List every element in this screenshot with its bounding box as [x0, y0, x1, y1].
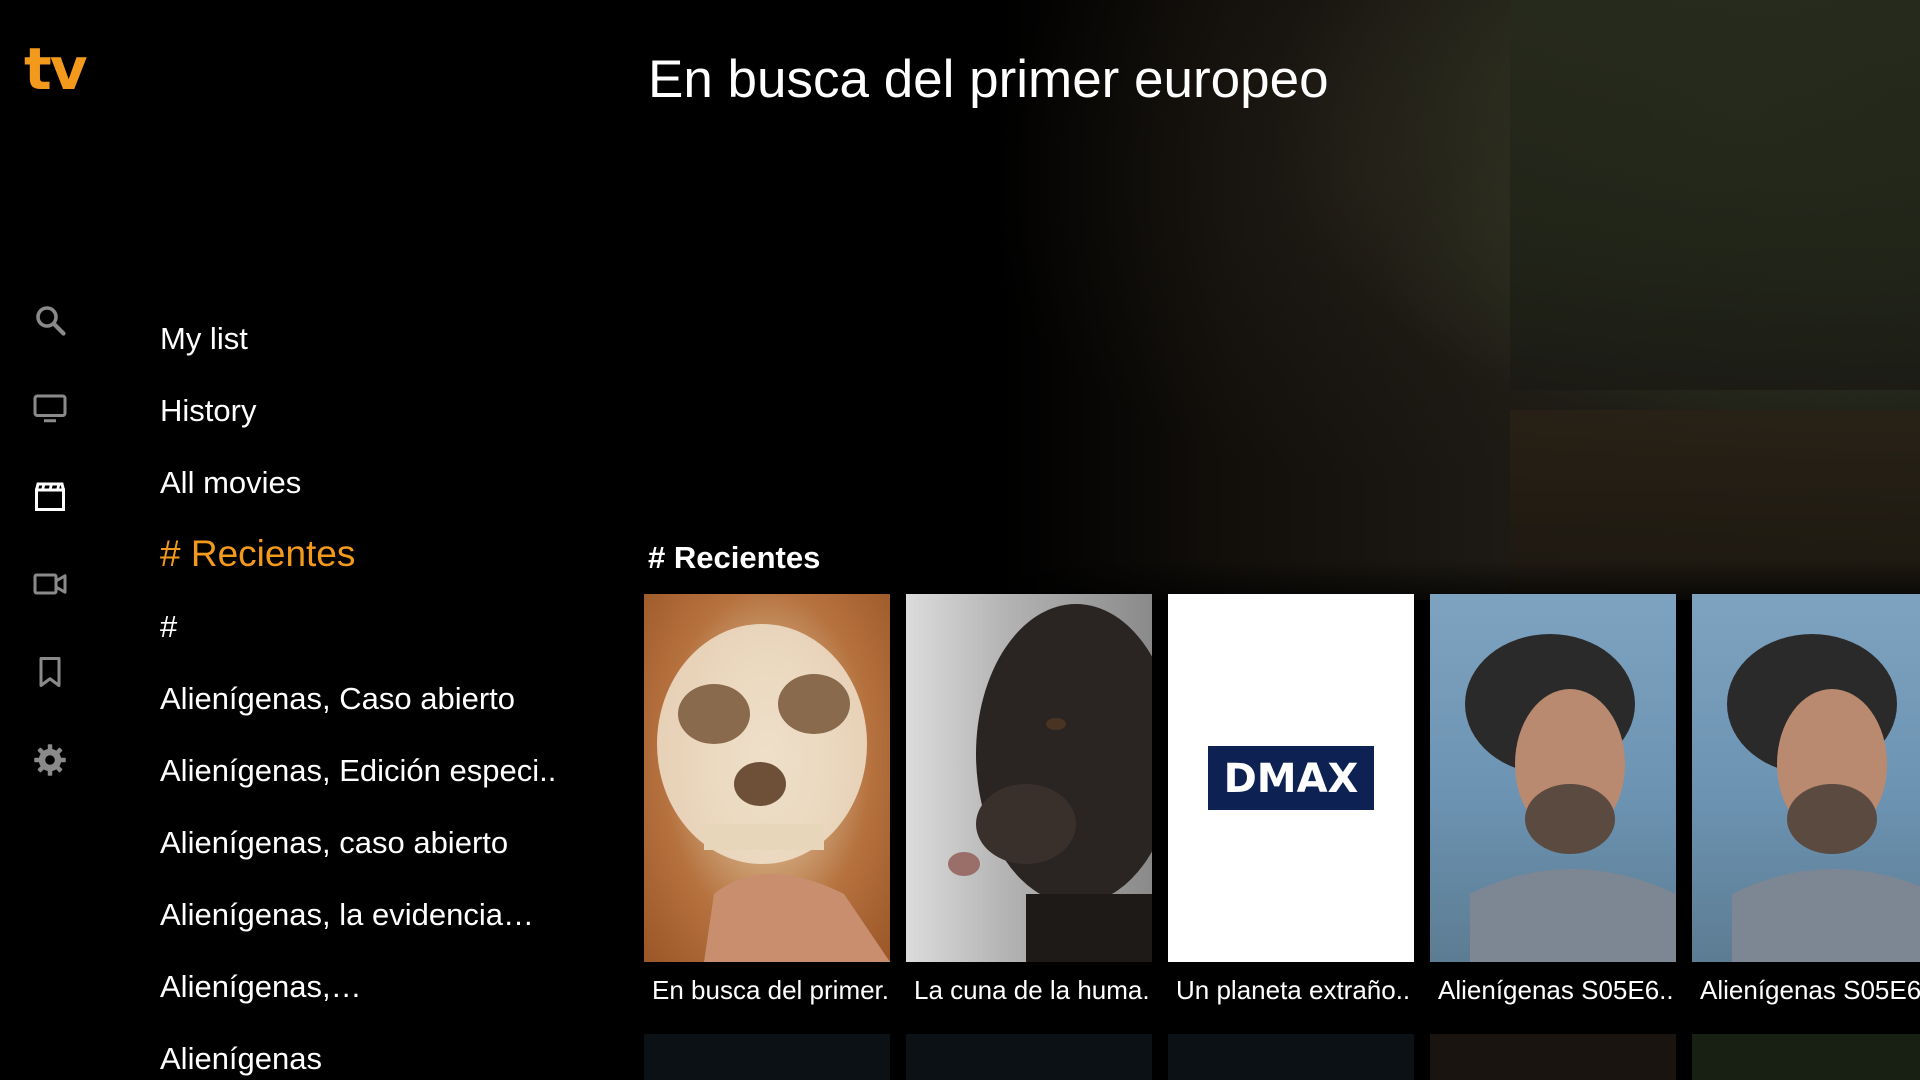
- menu-item-alienigenas-more[interactable]: Alienígenas,…: [160, 967, 362, 1007]
- app-logo: tv: [24, 35, 88, 103]
- next-row-card[interactable]: [1430, 1034, 1676, 1080]
- gear-icon[interactable]: [30, 740, 70, 780]
- bookmark-icon[interactable]: [30, 652, 70, 692]
- dmax-logo-image: DMAX: [1168, 594, 1414, 962]
- movie-card[interactable]: En busca del primer..: [644, 594, 890, 1014]
- movie-card[interactable]: Alienígenas S05E6..: [1692, 594, 1920, 1014]
- row-heading: # Recientes: [648, 540, 821, 575]
- man-portrait-image: [1692, 594, 1920, 962]
- hero-backdrop-trees: [1510, 0, 1920, 390]
- tv-icon[interactable]: [30, 388, 70, 428]
- card-caption: Un planeta extraño..: [1176, 975, 1411, 1005]
- next-row-card[interactable]: [906, 1034, 1152, 1080]
- menu-item-history[interactable]: History: [160, 391, 256, 431]
- menu-item-alienigenas-edicion-especial[interactable]: Alienígenas, Edición especi..: [160, 751, 556, 791]
- menu-item-alienigenas-la-evidencia[interactable]: Alienígenas, la evidencia…: [160, 895, 534, 935]
- menu-item-alienigenas[interactable]: Alienígenas: [160, 1039, 322, 1079]
- card-caption: En busca del primer..: [652, 975, 890, 1005]
- next-row-card[interactable]: [1168, 1034, 1414, 1080]
- page-title: En busca del primer europeo: [648, 50, 1329, 109]
- movie-card[interactable]: La cuna de la huma..: [906, 594, 1152, 1014]
- card-caption: Alienígenas S05E6..: [1700, 975, 1920, 1005]
- screen: tv My list History All movies # Reciente…: [0, 0, 1920, 1080]
- chimpanzee-image: [906, 594, 1152, 962]
- menu-item-my-list[interactable]: My list: [160, 319, 248, 359]
- search-icon[interactable]: [30, 300, 70, 340]
- menu-item-recientes[interactable]: # Recientes: [160, 534, 355, 574]
- movies-clapper-icon[interactable]: [30, 476, 70, 516]
- menu-item-all-movies[interactable]: All movies: [160, 463, 301, 503]
- video-camera-icon[interactable]: [30, 564, 70, 604]
- skull-image: [644, 594, 890, 962]
- next-row-card[interactable]: [644, 1034, 890, 1080]
- menu-item-hash[interactable]: #: [160, 607, 177, 647]
- man-portrait-image: [1430, 594, 1676, 962]
- card-caption: Alienígenas S05E6..: [1438, 975, 1674, 1005]
- menu-item-alienigenas-caso-abierto-2[interactable]: Alienígenas, caso abierto: [160, 823, 508, 863]
- card-caption: La cuna de la huma..: [914, 975, 1152, 1005]
- movie-card[interactable]: Alienígenas S05E6..: [1430, 594, 1676, 1014]
- movie-card[interactable]: DMAX Un planeta extraño..: [1168, 594, 1414, 1014]
- next-row-card[interactable]: [1692, 1034, 1920, 1080]
- menu-item-alienigenas-caso-abierto[interactable]: Alienígenas, Caso abierto: [160, 679, 515, 719]
- dmax-logo-text: DMAX: [1224, 756, 1359, 802]
